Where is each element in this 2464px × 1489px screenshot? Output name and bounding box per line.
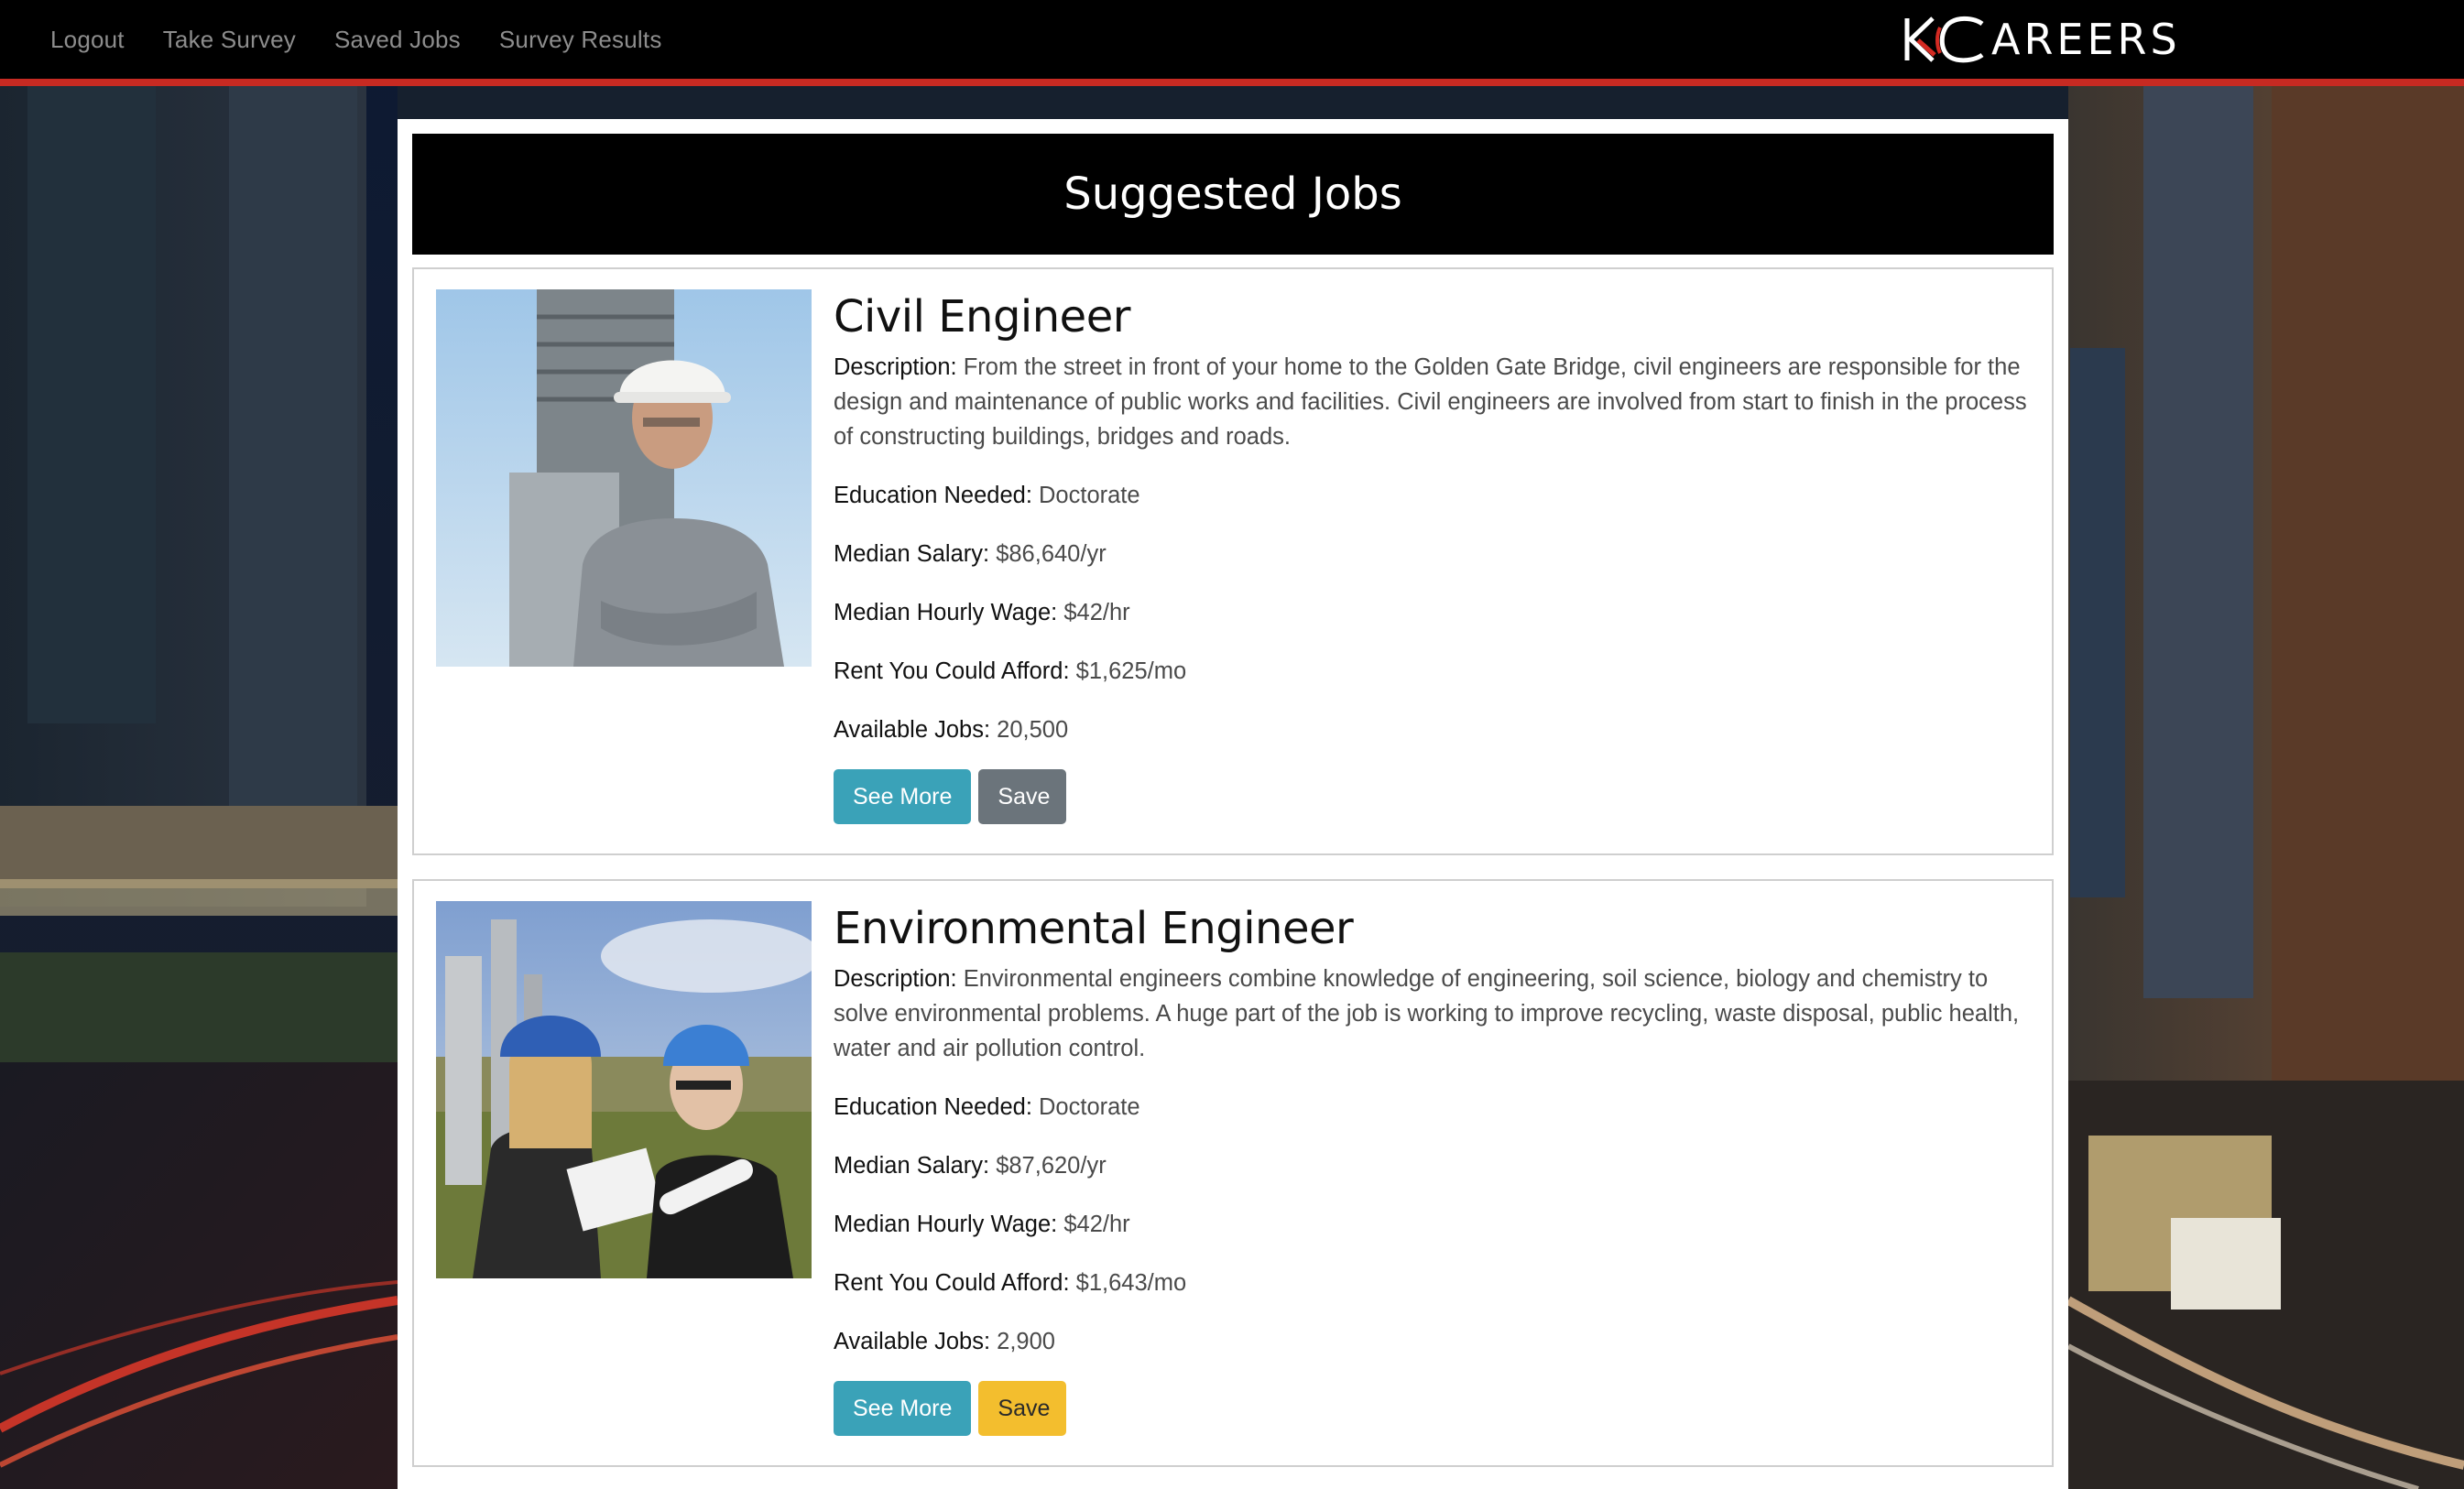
education-value: Doctorate: [1039, 483, 1140, 508]
job-card: Environmental Engineer Description: Envi…: [412, 879, 2054, 1467]
rent-value: $1,625/mo: [1075, 658, 1187, 684]
job-description: Description: Environmental engineers com…: [834, 962, 2043, 1066]
job-title: Environmental Engineer: [834, 903, 1354, 954]
description-label: Description:: [834, 966, 957, 992]
save-button[interactable]: Save: [978, 769, 1067, 824]
job-actions: See More Save: [834, 769, 2043, 824]
rent-label: Rent You Could Afford:: [834, 1270, 1070, 1296]
job-info: Civil Engineer Description: From the str…: [834, 288, 2043, 824]
education-label: Education Needed:: [834, 483, 1032, 508]
salary-value: $86,640/yr: [996, 541, 1107, 567]
hourly-wage-label: Median Hourly Wage:: [834, 1212, 1058, 1237]
see-more-button[interactable]: See More: [834, 769, 972, 824]
brand-logo[interactable]: AREERS: [1903, 15, 2181, 64]
available-jobs-field: Available Jobs: 2,900: [834, 1324, 2043, 1359]
education-field: Education Needed: Doctorate: [834, 1090, 2043, 1125]
hourly-wage-field: Median Hourly Wage: $42/hr: [834, 1207, 2043, 1242]
education-label: Education Needed:: [834, 1094, 1032, 1120]
job-description: Description: From the street in front of…: [834, 350, 2043, 454]
available-jobs-label: Available Jobs:: [834, 1329, 991, 1354]
education-field: Education Needed: Doctorate: [834, 478, 2043, 513]
description-label: Description:: [834, 354, 957, 380]
page-header: Suggested Jobs: [412, 134, 2054, 255]
education-value: Doctorate: [1039, 1094, 1140, 1120]
available-jobs-field: Available Jobs: 20,500: [834, 712, 2043, 747]
see-more-button[interactable]: See More: [834, 1381, 972, 1436]
hourly-wage-field: Median Hourly Wage: $42/hr: [834, 595, 2043, 630]
nav-link-logout[interactable]: Logout: [50, 26, 125, 54]
kc-logo-icon: [1904, 16, 1984, 63]
hourly-wage-value: $42/hr: [1063, 600, 1130, 625]
description-text: Environmental engineers combine knowledg…: [834, 966, 2020, 1061]
nav-link-saved-jobs[interactable]: Saved Jobs: [334, 26, 461, 54]
rent-field: Rent You Could Afford: $1,643/mo: [834, 1266, 2043, 1300]
salary-label: Median Salary:: [834, 541, 990, 567]
rent-label: Rent You Could Afford:: [834, 658, 1070, 684]
available-jobs-value: 2,900: [997, 1329, 1055, 1354]
salary-field: Median Salary: $86,640/yr: [834, 537, 2043, 571]
suggested-jobs-panel: Suggested Jobs Civil Engineer Descriptio…: [398, 119, 2068, 1489]
job-info: Environmental Engineer Description: Envi…: [834, 899, 2043, 1436]
page-title: Suggested Jobs: [1063, 168, 1402, 220]
nav-link-survey-results[interactable]: Survey Results: [499, 26, 662, 54]
brand-text: AREERS: [1991, 15, 2181, 64]
job-photo-environmental-engineer: [436, 901, 812, 1278]
hourly-wage-label: Median Hourly Wage:: [834, 600, 1058, 625]
job-title: Civil Engineer: [834, 291, 1130, 342]
job-photo-civil-engineer: [436, 289, 812, 667]
salary-value: $87,620/yr: [996, 1153, 1107, 1179]
save-button[interactable]: Save: [978, 1381, 1067, 1436]
job-actions: See More Save: [834, 1381, 2043, 1436]
salary-field: Median Salary: $87,620/yr: [834, 1148, 2043, 1183]
job-card: Civil Engineer Description: From the str…: [412, 267, 2054, 855]
top-navbar: Logout Take Survey Saved Jobs Survey Res…: [0, 0, 2464, 86]
description-text: From the street in front of your home to…: [834, 354, 2027, 450]
nav-link-take-survey[interactable]: Take Survey: [163, 26, 296, 54]
salary-label: Median Salary:: [834, 1153, 990, 1179]
rent-field: Rent You Could Afford: $1,625/mo: [834, 654, 2043, 689]
nav-links: Logout Take Survey Saved Jobs Survey Res…: [50, 0, 701, 79]
rent-value: $1,643/mo: [1075, 1270, 1187, 1296]
hourly-wage-value: $42/hr: [1063, 1212, 1130, 1237]
available-jobs-label: Available Jobs:: [834, 717, 991, 743]
available-jobs-value: 20,500: [997, 717, 1069, 743]
